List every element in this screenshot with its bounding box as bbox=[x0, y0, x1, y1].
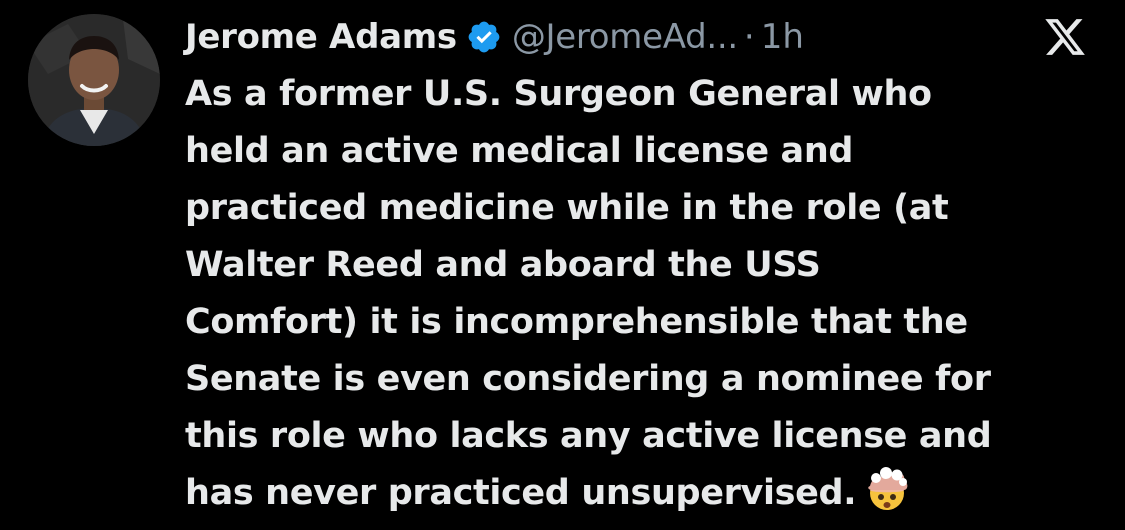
tweet-text-line: Senate is even considering a nominee for bbox=[185, 359, 991, 399]
tweet-text-line: Comfort) it is incomprehensible that the bbox=[185, 302, 968, 342]
tweet-text-line: practiced medicine while in the role (at bbox=[185, 188, 949, 228]
display-name[interactable]: Jerome Adams bbox=[185, 8, 457, 66]
handle[interactable]: @JeromeAd... bbox=[512, 8, 738, 66]
separator-dot: · bbox=[743, 17, 755, 57]
verified-badge-icon[interactable] bbox=[466, 19, 502, 55]
avatar-image bbox=[28, 14, 160, 146]
tweet-text-line: As a former U.S. Surgeon General who bbox=[185, 74, 932, 114]
tweet-text-line: held an active medical license and bbox=[185, 131, 854, 171]
timestamp[interactable]: 1h bbox=[761, 8, 804, 66]
tweet-text-line: Walter Reed and aboard the USS bbox=[185, 245, 821, 285]
avatar[interactable] bbox=[28, 14, 160, 146]
tweet-card[interactable]: Jerome Adams @JeromeAd... · 1h As a form… bbox=[0, 0, 1125, 527]
exploding-head-emoji bbox=[864, 466, 910, 512]
x-logo[interactable] bbox=[1043, 15, 1087, 59]
tweet-text-line: has never practiced unsupervised. bbox=[185, 473, 857, 513]
tweet-text-line: this role who lacks any active license a… bbox=[185, 416, 992, 456]
tweet-text-last-line: has never practiced unsupervised. bbox=[185, 465, 1115, 522]
tweet-text: As a former U.S. Surgeon General who hel… bbox=[185, 66, 1115, 522]
tweet-header: Jerome Adams @JeromeAd... · 1h bbox=[185, 8, 804, 66]
